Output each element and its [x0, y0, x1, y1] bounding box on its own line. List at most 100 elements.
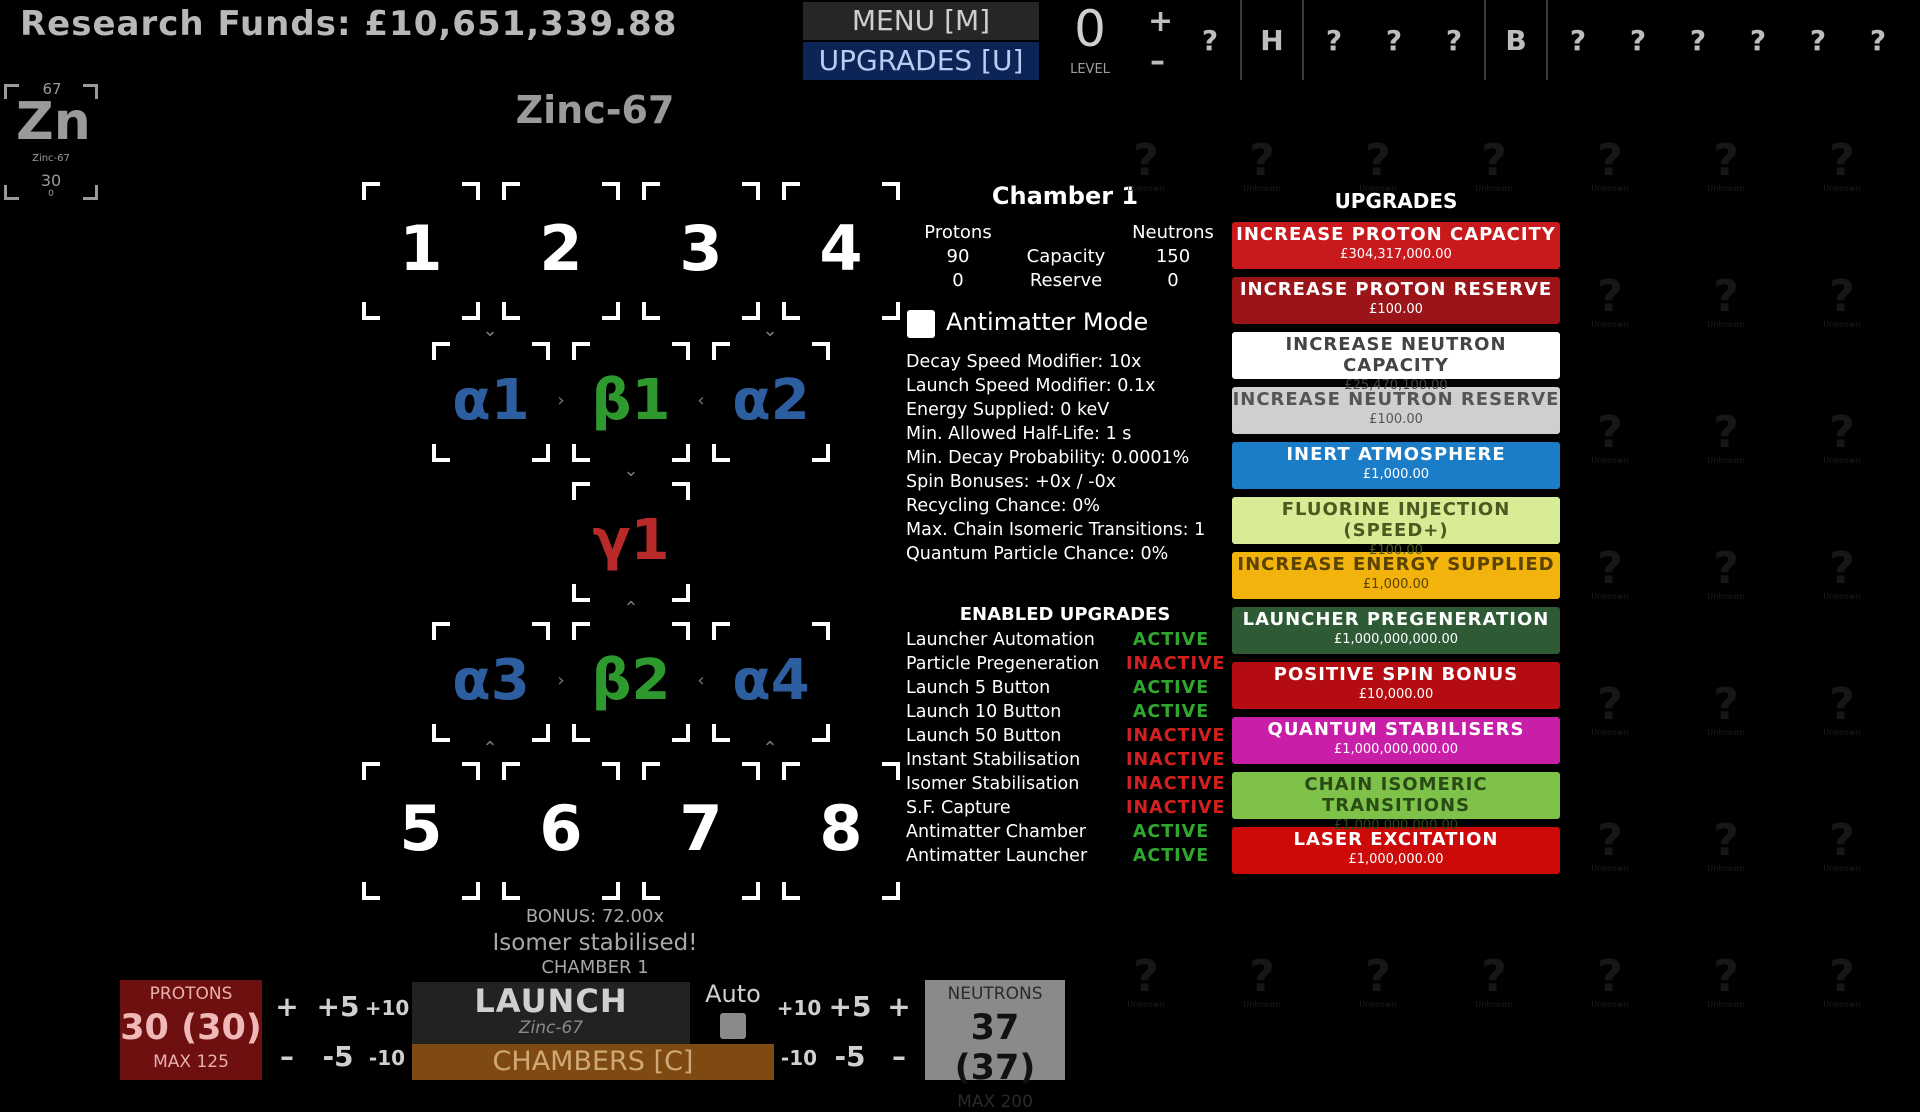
upgrade-button[interactable]: CHAIN ISOMERIC TRANSITIONS £1,000,000,000…: [1232, 772, 1560, 833]
element-slot[interactable]: ?: [1848, 0, 1908, 80]
element-slot[interactable]: ?: [1788, 0, 1848, 80]
protons-minus-10-button[interactable]: -10: [364, 1046, 410, 1070]
chamber-stat: Spin Bonuses: +0x / -0x: [906, 472, 1117, 492]
unknown-label: Unknown: [1707, 184, 1745, 193]
neutrons-minus-10-button[interactable]: -10: [776, 1046, 822, 1070]
corner-bracket: [502, 302, 520, 320]
upgrade-button[interactable]: QUANTUM STABILISERS £1,000,000,000.00: [1232, 717, 1560, 764]
element-slot[interactable]: ?: [1302, 0, 1364, 80]
element-slot[interactable]: ?: [1364, 0, 1424, 80]
launch-button[interactable]: LAUNCH Zinc-67: [412, 982, 690, 1044]
chamber-cell-number: 8: [819, 792, 863, 865]
unknown-label: Unknown: [1127, 184, 1165, 193]
upgrade-button[interactable]: INERT ATMOSPHERE £1,000.00: [1232, 442, 1560, 489]
element-slot[interactable]: ?: [1180, 0, 1240, 80]
neutrons-max: MAX 200: [957, 1092, 1033, 1112]
corner-bracket: [572, 724, 590, 742]
protons-plus-10-button[interactable]: +10: [364, 996, 410, 1020]
upgrade-button[interactable]: LAUNCHER PREGENERATION £1,000,000,000.00: [1232, 607, 1560, 654]
auto-launch-checkbox[interactable]: [720, 1013, 746, 1039]
corner-bracket: [672, 444, 690, 462]
menu-button[interactable]: MENU [M]: [803, 2, 1039, 40]
element-slot[interactable]: ?: [1728, 0, 1788, 80]
unknown-element-tile: ? Unknown: [1464, 951, 1524, 1010]
corner-bracket: [432, 724, 450, 742]
chambers-button[interactable]: CHAMBERS [C]: [412, 1044, 774, 1080]
element-slot[interactable]: B: [1484, 0, 1546, 80]
enabled-upgrade-status: ACTIVE: [1132, 846, 1210, 866]
upgrade-button[interactable]: LASER EXCITATION £1,000,000.00: [1232, 827, 1560, 874]
protons-minus-5-button[interactable]: -5: [312, 1040, 364, 1073]
decay-label: α4: [732, 648, 810, 713]
element-slot[interactable]: ?: [1608, 0, 1668, 80]
unknown-question-mark: ?: [1365, 135, 1391, 186]
unknown-label: Unknown: [1823, 728, 1861, 737]
chevron-up-icon: ⌃: [623, 598, 639, 619]
corner-bracket: [362, 302, 380, 320]
corner-bracket: [532, 724, 550, 742]
upgrade-button[interactable]: INCREASE PROTON CAPACITY £304,317,000.00: [1232, 222, 1560, 269]
upgrade-button[interactable]: FLUORINE INJECTION (SPEED+) £100.00: [1232, 497, 1560, 558]
unknown-label: Unknown: [1823, 456, 1861, 465]
research-funds: Research Funds: £10,651,339.88: [20, 4, 678, 44]
neutrons-plus-5-button[interactable]: +5: [824, 990, 876, 1023]
upgrade-name: INCREASE NEUTRON CAPACITY: [1285, 334, 1507, 376]
enabled-upgrade-row: Launcher Automation ACTIVE: [906, 628, 1216, 652]
upgrade-button[interactable]: INCREASE ENERGY SUPPLIED £1,000.00: [1232, 552, 1560, 599]
element-slot[interactable]: ?: [1424, 0, 1484, 80]
protons-plus-5-button[interactable]: +5: [312, 990, 364, 1023]
protons-minus-1-button[interactable]: –: [272, 1040, 302, 1073]
corner-bracket: [572, 342, 590, 360]
unknown-element-tile: ? Unknown: [1696, 274, 1756, 330]
element-name-small: Zinc-67: [32, 153, 70, 164]
chamber-stat: Decay Speed Modifier: 10x: [906, 352, 1142, 372]
corner-bracket: [642, 182, 660, 200]
enabled-upgrade-status: INACTIVE: [1126, 774, 1226, 794]
neutrons-minus-1-button[interactable]: –: [884, 1040, 914, 1073]
upgrade-button[interactable]: POSITIVE SPIN BONUS £10,000.00: [1232, 662, 1560, 709]
protons-panel: PROTONS 30 (30) MAX 125: [120, 980, 262, 1080]
level-decrease-button[interactable]: –: [1150, 44, 1165, 79]
upgrade-name: LAUNCHER PREGENERATION: [1242, 609, 1550, 630]
enabled-upgrades-list: Launcher Automation ACTIVE Particle Pregen…: [906, 628, 1226, 868]
unknown-label: Unknown: [1243, 184, 1281, 193]
element-slot[interactable]: ?: [1668, 0, 1728, 80]
unknown-element-tile: ? Unknown: [1812, 410, 1872, 466]
level-increase-button[interactable]: +: [1148, 4, 1173, 39]
unknown-question-mark: ?: [1481, 951, 1507, 1002]
unknown-element-tile: ? Unknown: [1232, 954, 1292, 1010]
neutrons-header: Neutrons: [1132, 222, 1214, 243]
unknown-label: Unknown: [1823, 184, 1861, 193]
neutrons-plus-1-button[interactable]: +: [884, 990, 914, 1023]
upgrade-button[interactable]: INCREASE PROTON RESERVE £100.00: [1232, 277, 1560, 324]
corner-bracket: [712, 342, 730, 360]
upgrade-cost: £10,000.00: [1358, 687, 1434, 702]
unknown-element-tile: ? Unknown: [1580, 546, 1640, 602]
chevron-down-icon: ⌄: [623, 460, 639, 481]
upgrade-button[interactable]: INCREASE NEUTRON CAPACITY £25,470,100.00: [1232, 332, 1560, 393]
unknown-label: Unknown: [1359, 1000, 1397, 1009]
corner-bracket: [432, 444, 450, 462]
antimatter-mode-checkbox[interactable]: [907, 310, 935, 338]
protons-plus-1-button[interactable]: +: [272, 990, 302, 1023]
unknown-element-tile: ? Unknown: [1812, 682, 1872, 738]
decay-label: α1: [452, 368, 530, 433]
unknown-question-mark: ?: [1713, 135, 1739, 186]
protons-reserve: 0: [952, 270, 964, 291]
unknown-label: Unknown: [1591, 864, 1629, 873]
enabled-upgrade-row: S.F. Capture INACTIVE: [906, 796, 1225, 820]
unknown-question-mark: ?: [1829, 951, 1855, 1002]
upgrades-button[interactable]: UPGRADES [U]: [803, 42, 1039, 80]
neutrons-minus-5-button[interactable]: -5: [824, 1040, 876, 1073]
upgrade-button[interactable]: INCREASE NEUTRON RESERVE £100.00: [1232, 387, 1560, 434]
unknown-label: Unknown: [1823, 1000, 1861, 1009]
element-slot[interactable]: ?: [1546, 0, 1608, 80]
unknown-question-mark: ?: [1829, 271, 1855, 322]
element-slot[interactable]: H: [1240, 0, 1302, 80]
neutrons-plus-10-button[interactable]: +10: [776, 996, 822, 1020]
chevron-up-icon: ⌃: [762, 738, 778, 759]
upgrade-name: QUANTUM STABILISERS: [1267, 719, 1525, 740]
chevron-left-icon: ‹: [697, 390, 705, 411]
chamber-stat: Quantum Particle Chance: 0%: [906, 544, 1169, 564]
upgrade-name: CHAIN ISOMERIC TRANSITIONS: [1304, 774, 1488, 816]
